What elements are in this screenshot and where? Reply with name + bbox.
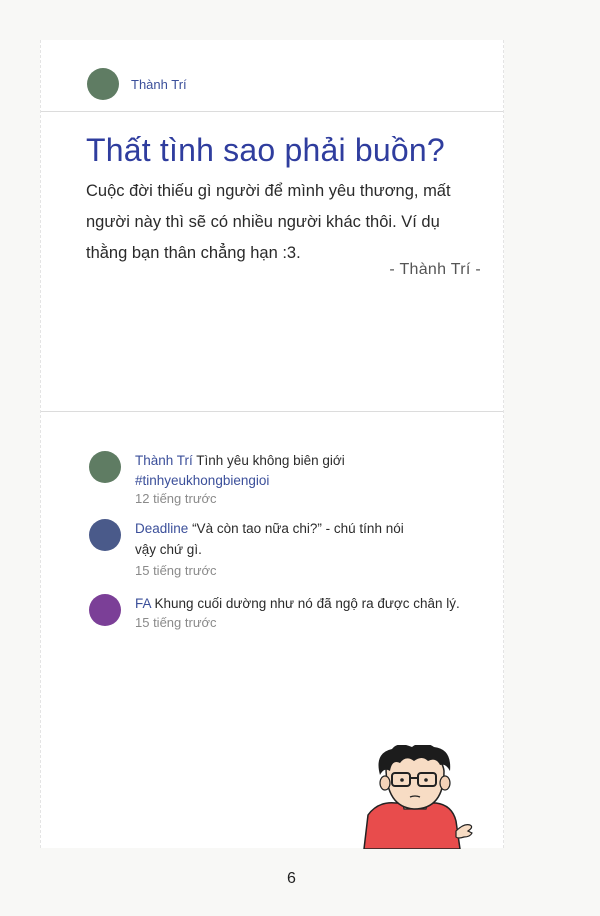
commenter-name[interactable]: Thành Trí — [135, 453, 193, 468]
comment-item: Deadline “Và còn tao nữa chi?” - chú tín… — [89, 518, 489, 580]
commenter-avatar[interactable] — [89, 519, 121, 551]
comment-timestamp: 15 tiếng trước — [135, 563, 217, 578]
comment-item: Thành Trí Tình yêu không biên giới #tinh… — [89, 450, 489, 508]
page-number: 6 — [287, 870, 296, 887]
comment-timestamp: 15 tiếng trước — [135, 615, 217, 630]
author-avatar[interactable] — [87, 68, 119, 100]
commenter-name[interactable]: Deadline — [135, 521, 188, 536]
social-post-card: Thành Trí Thất tình sao phải buồn? Cuộc … — [40, 40, 504, 849]
post-author-name[interactable]: Thành Trí — [131, 77, 187, 92]
comment-text-line: Thành Trí Tình yêu không biên giới — [135, 450, 485, 471]
post-body: Cuộc đời thiếu gì người để mình yêu thươ… — [86, 182, 451, 262]
post-signature: - Thành Trí - — [389, 261, 481, 278]
cartoon-character-illustration — [363, 745, 473, 849]
commenter-avatar[interactable] — [89, 594, 121, 626]
comment-text: Khung cuối dường như nó đã ngộ ra được c… — [154, 596, 460, 611]
comment-timestamp: 12 tiếng trước — [135, 491, 217, 506]
comment-list: Thành Trí Tình yêu không biên giới #tinh… — [89, 450, 489, 632]
header-divider — [41, 111, 503, 112]
commenter-avatar[interactable] — [89, 451, 121, 483]
commenter-name[interactable]: FA — [135, 596, 151, 611]
comment-hashtag[interactable]: #tinhyeukhongbiengioi — [135, 471, 485, 490]
post-title: Thất tình sao phải buồn? — [86, 132, 445, 168]
comment-text: Tình yêu không biên giới — [196, 453, 345, 468]
post-header: Thành Trí — [87, 68, 187, 100]
comment-content: Deadline “Và còn tao nữa chi?” - chú tín… — [135, 518, 485, 580]
comment-item: FA Khung cuối dường như nó đã ngộ ra đượ… — [89, 593, 489, 632]
comment-content: Thành Trí Tình yêu không biên giới #tinh… — [135, 450, 485, 508]
comment-text-line: FA Khung cuối dường như nó đã ngộ ra đượ… — [135, 593, 485, 614]
comments-divider — [41, 411, 503, 412]
comment-text-line: Deadline “Và còn tao nữa chi?” - chú tín… — [135, 518, 425, 560]
comment-content: FA Khung cuối dường như nó đã ngộ ra đượ… — [135, 593, 485, 632]
book-page: Thành Trí Thất tình sao phải buồn? Cuộc … — [0, 0, 600, 916]
